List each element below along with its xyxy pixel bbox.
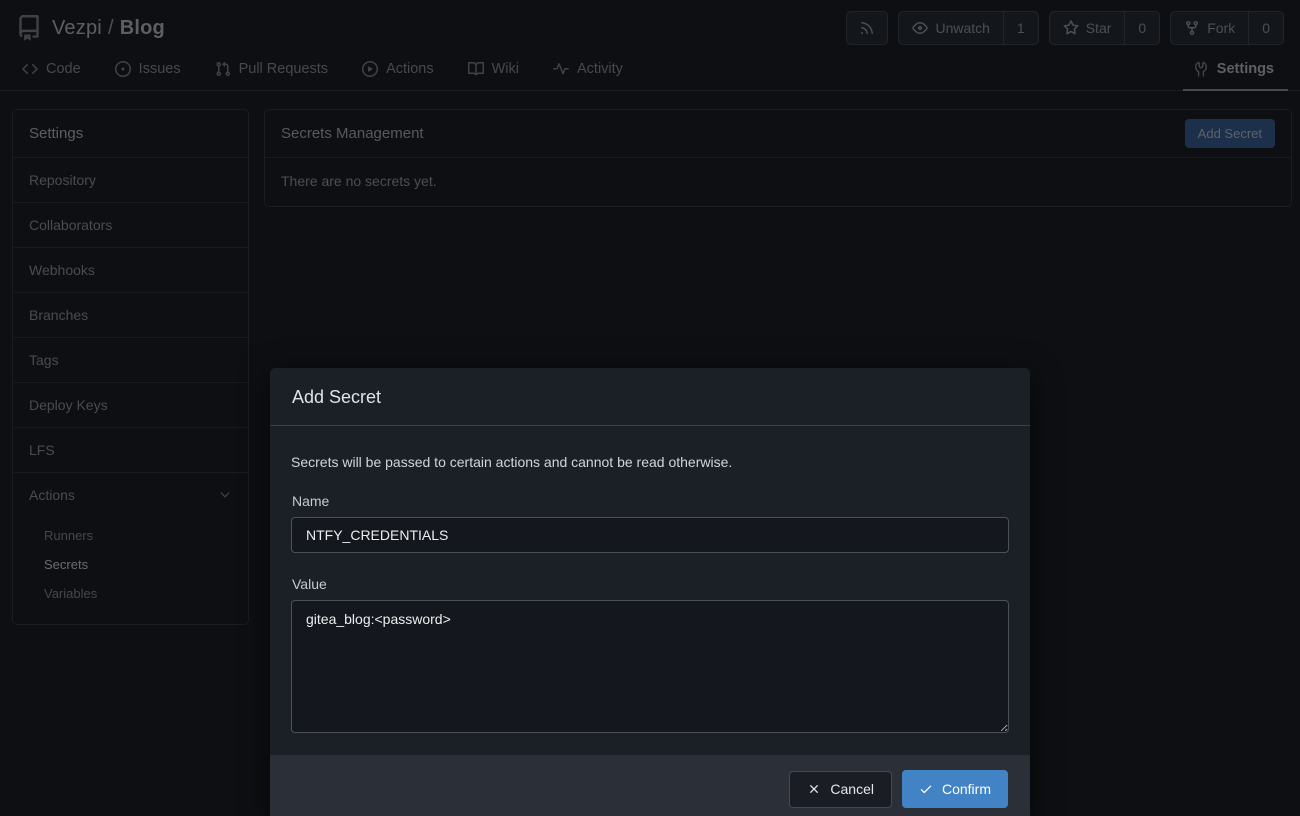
check-icon — [919, 782, 933, 796]
gitea-app: Vezpi/Blog Unwatch 1 — [0, 0, 1300, 816]
add-secret-modal: Add Secret Secrets will be passed to cer… — [270, 368, 1030, 816]
secret-value-textarea[interactable]: gitea_blog:<password> — [291, 600, 1009, 733]
close-icon — [807, 782, 821, 796]
modal-title: Add Secret — [270, 368, 1030, 426]
modal-footer: Cancel Confirm — [270, 755, 1030, 816]
modal-body: Secrets will be passed to certain action… — [270, 426, 1030, 755]
secret-name-input[interactable] — [291, 517, 1009, 553]
modal-description: Secrets will be passed to certain action… — [291, 454, 1009, 470]
cancel-button[interactable]: Cancel — [789, 771, 892, 808]
value-field-label: Value — [292, 576, 1009, 592]
cancel-button-label: Cancel — [830, 781, 874, 797]
name-field-label: Name — [292, 493, 1009, 509]
confirm-button[interactable]: Confirm — [902, 770, 1008, 808]
confirm-button-label: Confirm — [942, 781, 991, 797]
